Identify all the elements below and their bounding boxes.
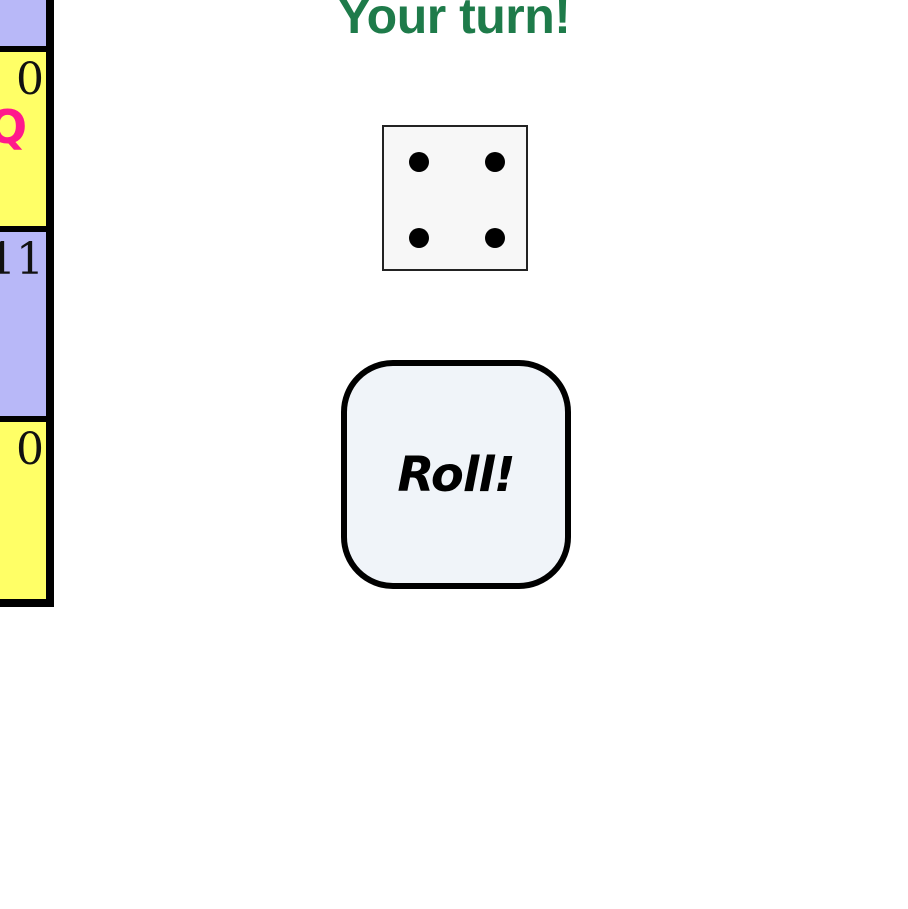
die-pip [485, 228, 505, 248]
die-pip [485, 152, 505, 172]
board-cell: 0 Q [0, 52, 46, 232]
board-cell: 0 [0, 422, 46, 599]
cell-number: 11 [0, 234, 44, 285]
cell-letter: Q [0, 104, 27, 150]
board-cell: 11 [0, 232, 46, 422]
turn-status: Your turn! [337, 0, 571, 44]
game-board: 0 Q 11 0 [0, 0, 54, 607]
roll-button-label: Roll! [397, 446, 515, 503]
cell-number: 0 [16, 424, 44, 475]
die-pip [409, 152, 429, 172]
die-face [382, 125, 528, 271]
die-pip [409, 228, 429, 248]
roll-button[interactable]: Roll! [341, 360, 571, 589]
cell-number: 0 [16, 54, 44, 105]
